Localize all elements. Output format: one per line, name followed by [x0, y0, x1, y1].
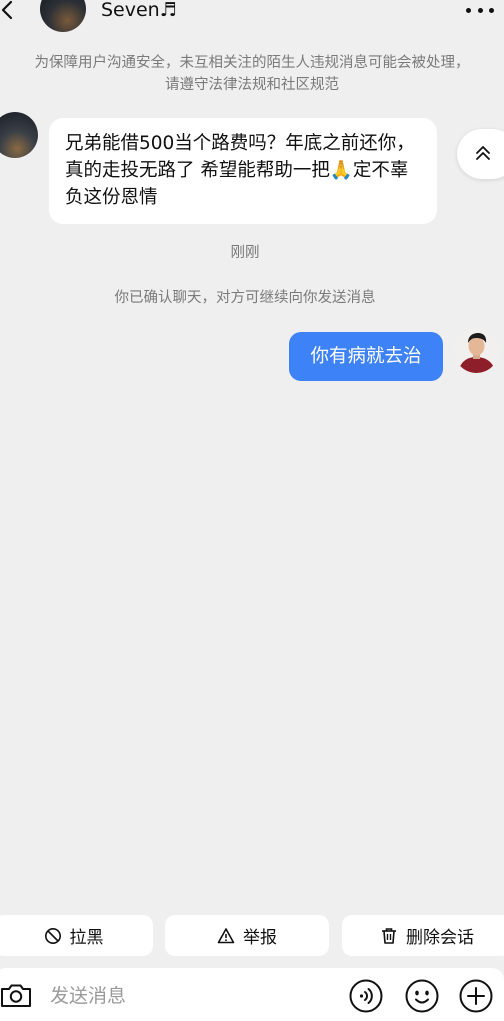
voice-icon — [349, 979, 383, 1013]
double-chevron-up-icon — [476, 146, 490, 160]
warning-icon — [217, 927, 235, 945]
scroll-to-top-button[interactable] — [457, 129, 504, 179]
report-label: 举报 — [243, 928, 277, 948]
chat-header: Seven♬ — [0, 0, 504, 34]
chevron-left-icon — [1, 0, 13, 20]
incoming-message-bubble[interactable]: 兄弟能借500当个路费吗？年底之前还你，真的走投无路了 希望能帮助一把🙏定不辜负… — [49, 118, 437, 224]
emoji-button[interactable] — [405, 979, 439, 1013]
camera-button[interactable] — [0, 979, 32, 1011]
message-input[interactable] — [50, 982, 330, 1010]
emoji-icon — [405, 979, 439, 1013]
back-button[interactable] — [0, 0, 24, 24]
more-dots-icon — [466, 7, 471, 13]
sender-avatar[interactable] — [0, 112, 38, 158]
delete-conversation-button[interactable]: 删除会话 — [342, 915, 504, 956]
voice-message-button[interactable] — [349, 979, 383, 1013]
plus-icon — [459, 979, 493, 1013]
chat-screen: Seven♬ 为保障用户沟通安全，未互相关注的陌生人违规消息可能会被处理，请遵守… — [0, 0, 504, 1021]
report-button[interactable]: 举报 — [165, 915, 329, 956]
more-options-button[interactable] — [466, 6, 494, 14]
my-avatar[interactable] — [454, 328, 499, 373]
contact-name[interactable]: Seven♬ — [101, 0, 177, 24]
user-photo-icon — [454, 328, 499, 373]
camera-icon — [1, 984, 31, 1007]
system-message: 你已确认聊天，对方可继续向你发送消息 — [114, 290, 376, 306]
trash-icon — [380, 927, 398, 945]
outgoing-message-bubble[interactable]: 你有病就去治 — [289, 332, 443, 381]
block-button[interactable]: 拉黑 — [0, 915, 153, 956]
safety-notice: 为保障用户沟通安全，未互相关注的陌生人违规消息可能会被处理，请遵守法律法规和社区… — [34, 55, 470, 93]
more-functions-button[interactable] — [459, 979, 493, 1013]
delete-conversation-label: 删除会话 — [406, 928, 474, 948]
contact-avatar[interactable] — [40, 0, 86, 32]
message-timestamp: 刚刚 — [230, 245, 260, 261]
block-label: 拉黑 — [69, 928, 104, 948]
block-icon — [44, 927, 62, 945]
